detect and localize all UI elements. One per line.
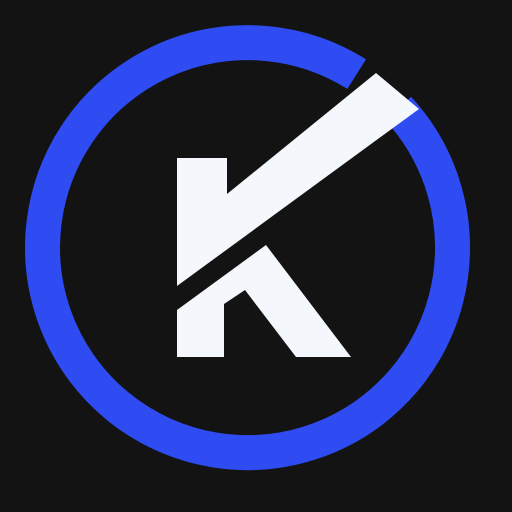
k-letter-in-ring-logo-icon [0, 0, 512, 512]
app-icon-canvas [0, 0, 512, 512]
